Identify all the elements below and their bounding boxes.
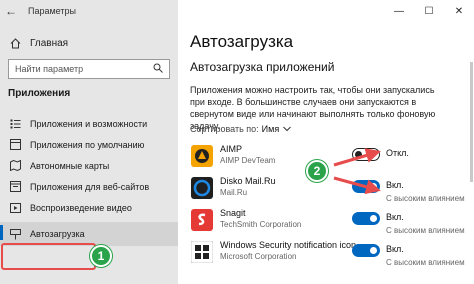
offline-maps-icon bbox=[8, 160, 22, 171]
sidebar-item-label: Автозагрузка bbox=[30, 229, 85, 239]
video-icon bbox=[8, 202, 22, 213]
apps-list-icon bbox=[8, 119, 22, 129]
home-label: Главная bbox=[30, 37, 69, 49]
sidebar-item-label: Приложения по умолчанию bbox=[30, 139, 145, 150]
section-label: Приложения bbox=[8, 88, 71, 99]
arrow-to-aimp-toggle bbox=[333, 148, 381, 167]
sidebar-item-default-apps[interactable]: Приложения по умолчанию bbox=[0, 134, 178, 155]
sidebar-item-label: Воспроизведение видео bbox=[30, 202, 132, 213]
sidebar-item-label: Приложения и возможности bbox=[30, 118, 148, 129]
titlebar: ← Параметры bbox=[0, 0, 178, 22]
back-arrow-icon[interactable]: ← bbox=[0, 0, 22, 22]
scrollbar[interactable] bbox=[470, 22, 473, 284]
sidebar-item-label: Автономные карты bbox=[30, 160, 110, 171]
sidebar-item-apps-features[interactable]: Приложения и возможности bbox=[0, 113, 178, 134]
scrollbar-thumb[interactable] bbox=[470, 62, 473, 182]
sidebar-item-video[interactable]: Воспроизведение видео bbox=[0, 197, 178, 218]
step-badge-1: 1 bbox=[90, 245, 112, 267]
window-title: Параметры bbox=[28, 6, 76, 16]
sidebar: ← Параметры Главная Найти параметр Прило… bbox=[0, 0, 178, 284]
step-badge-2: 2 bbox=[306, 160, 328, 182]
highlight-box bbox=[1, 243, 96, 270]
default-apps-icon bbox=[8, 139, 22, 150]
startup-icon bbox=[8, 228, 22, 240]
search-icon bbox=[153, 63, 163, 76]
main-panel: — ☐ ✕ Автозагрузка Автозагрузка приложен… bbox=[178, 0, 474, 284]
arrow-to-disko-toggle bbox=[333, 176, 381, 195]
sidebar-nav: Приложения и возможности Приложения по у… bbox=[0, 113, 178, 246]
sidebar-item-web-apps[interactable]: Приложения для веб-сайтов bbox=[0, 176, 178, 197]
annotation-arrows bbox=[333, 148, 381, 195]
home-icon bbox=[8, 37, 22, 49]
sidebar-item-offline-maps[interactable]: Автономные карты bbox=[0, 155, 178, 176]
search-placeholder: Найти параметр bbox=[15, 64, 84, 74]
search-input[interactable]: Найти параметр bbox=[8, 59, 170, 79]
web-apps-icon bbox=[8, 181, 22, 192]
sidebar-item-home[interactable]: Главная bbox=[0, 33, 178, 53]
sidebar-item-label: Приложения для веб-сайтов bbox=[30, 181, 150, 192]
